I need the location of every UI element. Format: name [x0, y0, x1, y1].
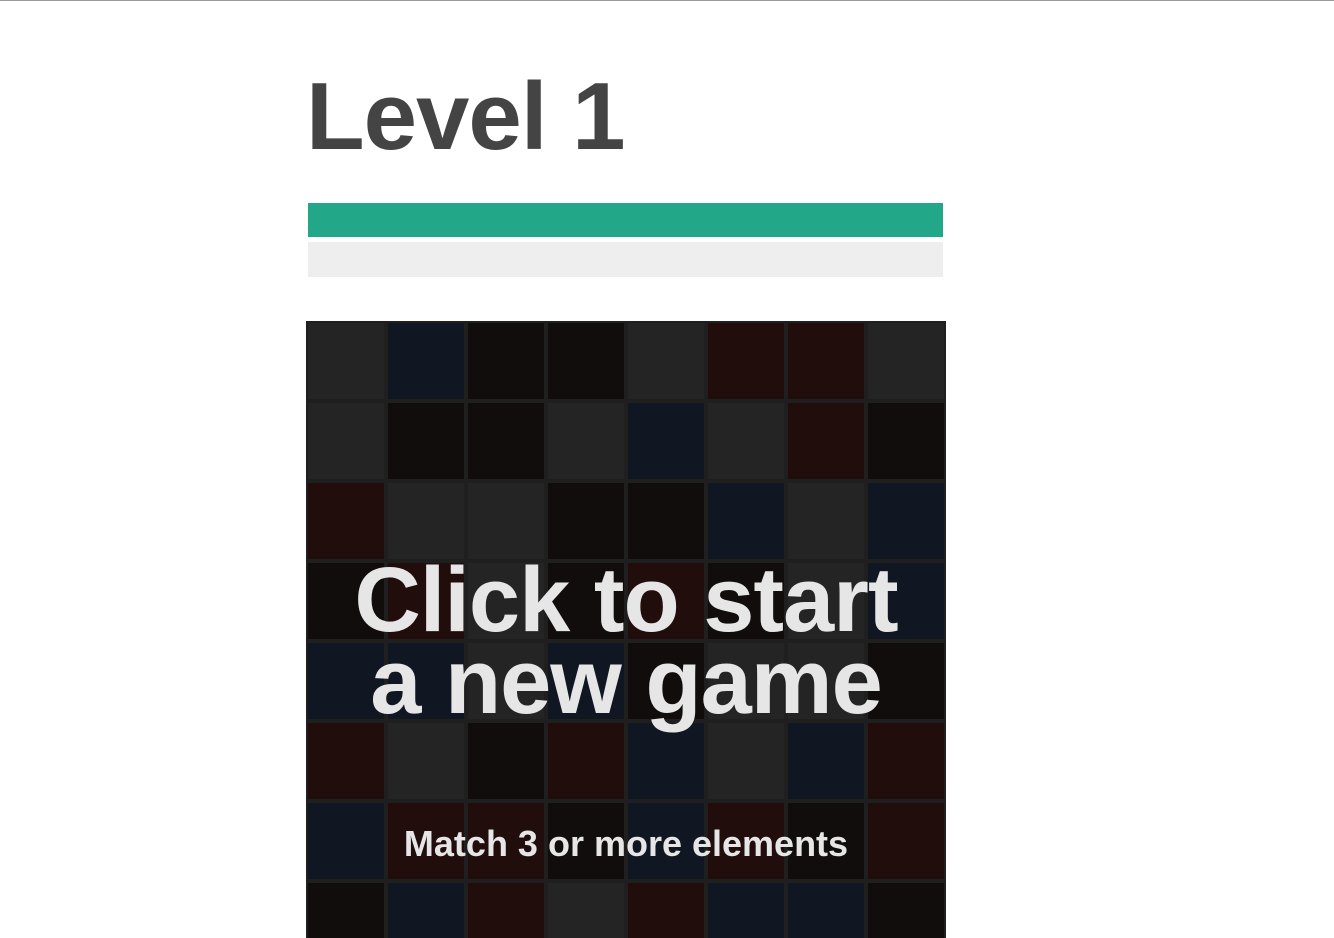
start-prompt-line-2: a new game — [370, 631, 883, 733]
top-divider — [0, 0, 1334, 1]
start-prompt-line-1: Click to start — [354, 549, 898, 651]
start-game-prompt[interactable]: Click to start a new game — [306, 549, 946, 733]
game-board[interactable]: Click to start a new game Match 3 or mor… — [306, 321, 946, 938]
level-progress-fill — [308, 203, 943, 237]
level-progress-bar — [308, 203, 943, 237]
level-title: Level 1 — [306, 63, 626, 170]
start-overlay[interactable]: Click to start a new game Match 3 or mor… — [306, 321, 946, 938]
score-progress-bar — [308, 242, 943, 277]
game-hint: Match 3 or more elements — [403, 823, 849, 864]
